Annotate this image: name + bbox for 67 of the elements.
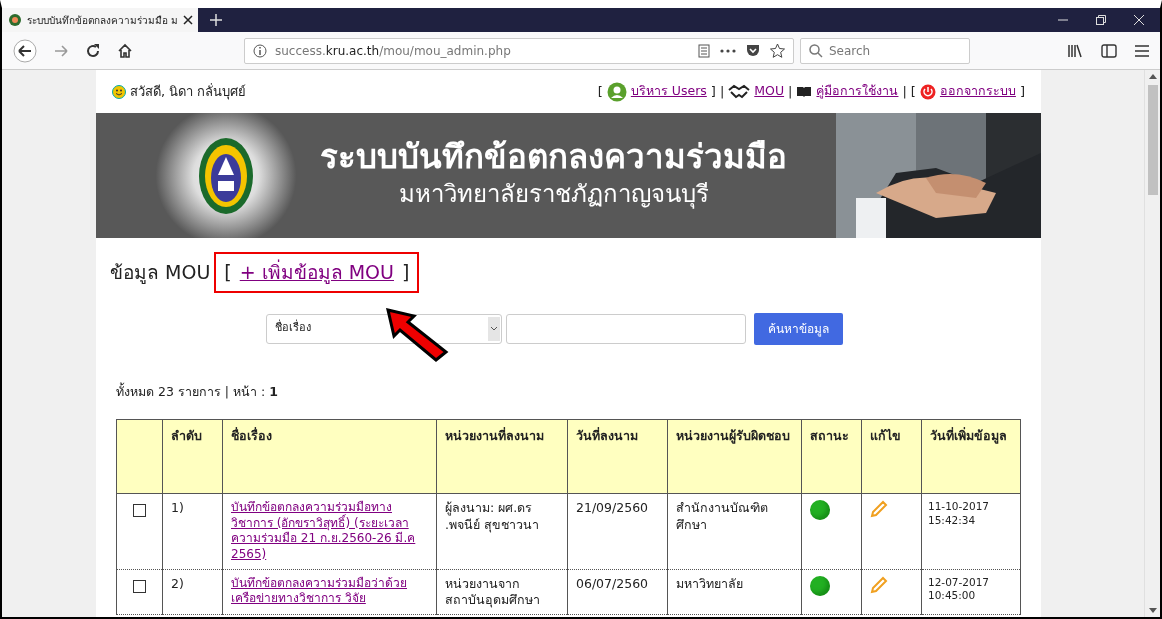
added-date: 12-07-2017: [928, 575, 991, 590]
summary-text: ทั้งหมด 23 รายการ | หน้า : 1: [116, 382, 279, 401]
signer-text: หน่วยงานจาก สถาบันอุดมศึกษา: [445, 575, 540, 607]
add-mou-link[interactable]: + เพิ่มข้อมูล MOU: [239, 258, 394, 287]
info-icon: [253, 43, 267, 58]
nav-link[interactable]: บริหาร Users: [630, 82, 707, 101]
row-number: 2): [171, 575, 184, 591]
column-header: ชื่อเรื่อง: [222, 419, 437, 494]
restore-icon[interactable]: [1096, 15, 1106, 25]
column-header: หน่วยงานผู้รับผิดชอบ: [667, 419, 802, 494]
scroll-down-icon[interactable]: [1148, 608, 1157, 613]
user-icon: [606, 81, 627, 102]
unit-text: สำนักงานบัณฑิตศึกษา: [676, 500, 768, 532]
banner-subtitle: มหาวิทยาลัยราชภัฏกาญจนบุรี: [397, 178, 710, 211]
bracket-text: ]: [710, 82, 716, 101]
bracket-text: ]: [402, 260, 410, 285]
annotation-arrow: [384, 306, 450, 362]
unit-text: มหาวิทยาลัย: [676, 575, 743, 591]
checkbox[interactable]: [133, 504, 146, 518]
url-text: success.kru.ac.th/mou/mou_admin.php: [275, 42, 511, 60]
bracket-text: |: [719, 82, 725, 101]
pocket-icon[interactable]: [746, 44, 760, 57]
power-icon: [919, 83, 936, 100]
bracket-text: [: [910, 82, 916, 101]
bracket-text: [: [224, 260, 232, 285]
search-button[interactable]: ค้นหาข้อมูล: [754, 312, 843, 345]
added-time: 15:42:34: [928, 513, 977, 528]
close-tab-icon[interactable]: [183, 15, 194, 25]
column-header: สถานะ: [801, 419, 862, 494]
search-icon: [809, 43, 823, 58]
greeting-text: สวัสดี, นิดา กลั่นบุศย์: [130, 82, 247, 102]
dropdown-icon: [488, 316, 500, 341]
search-field[interactable]: Search: [800, 37, 970, 64]
checkbox[interactable]: [133, 579, 146, 593]
column-header: วันที่ลงนาม: [567, 419, 668, 494]
select-field[interactable]: ชื่อเรื่อง: [266, 313, 502, 344]
bracket-text: |: [788, 82, 793, 101]
scrollbar-thumb[interactable]: [1147, 85, 1158, 195]
bracket-text: ]: [1019, 82, 1025, 101]
scroll-up-icon[interactable]: [1148, 74, 1157, 79]
date-text: 06/07/2560: [576, 575, 649, 591]
column-header: วันที่เพิ่มข้อมูล: [921, 419, 1021, 494]
nav-link[interactable]: คู่มือการใช้งาน: [816, 82, 899, 101]
nav-link[interactable]: MOU: [754, 82, 785, 101]
section-heading: ข้อมูล MOU: [110, 260, 211, 286]
search-placeholder: Search: [829, 42, 871, 60]
added-date: 11-10-2017: [928, 500, 991, 514]
smiley-icon: [112, 84, 126, 99]
added-time: 10:45:00: [928, 589, 977, 603]
signer-text: ผู้ลงนาม: ผศ.ดร .พจนีย์ สุขชาวนา: [445, 500, 539, 532]
bracket-text: [: [597, 82, 603, 101]
date-text: 21/09/2560: [576, 500, 649, 516]
column-header: หน่วยงานที่ลงนาม: [436, 419, 568, 494]
banner-title: ระบบบันทึกข้อตกลงความร่วมมือ: [320, 139, 787, 176]
close-icon[interactable]: [1134, 15, 1144, 25]
row-number: 1): [171, 500, 184, 516]
column-header: แก้ไข: [861, 419, 922, 494]
reader-icon[interactable]: [698, 43, 710, 58]
address-bar[interactable]: success.kru.ac.th/mou/mou_admin.php: [244, 37, 794, 64]
star-icon[interactable]: [770, 43, 785, 58]
nav-link[interactable]: ออกจากระบบ: [939, 82, 1016, 101]
bracket-text: |: [902, 82, 907, 101]
new-tab-icon[interactable]: [210, 14, 222, 26]
more-icon[interactable]: [720, 48, 736, 53]
column-header: ลำดับ: [162, 419, 223, 494]
site-icon: [8, 13, 22, 27]
search-input[interactable]: [506, 313, 746, 344]
